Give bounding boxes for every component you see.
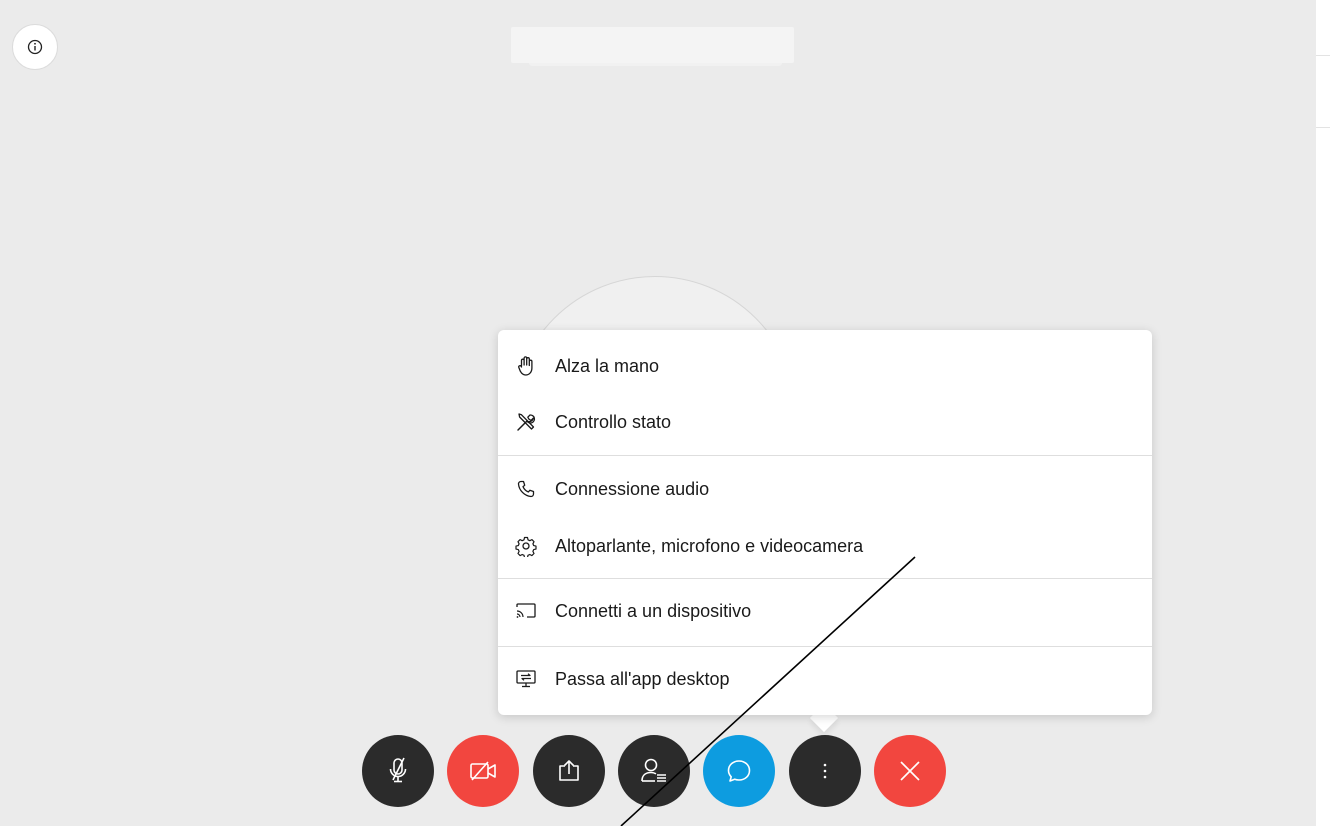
menu-item-label: Altoparlante, microfono e videocamera: [555, 535, 864, 556]
share-icon: [559, 760, 579, 781]
leave-meeting-button[interactable]: [874, 735, 946, 807]
raise-hand-icon: [514, 354, 538, 378]
video-off-icon: [470, 761, 496, 781]
mute-microphone-button[interactable]: [362, 735, 434, 807]
cast-icon: [514, 599, 538, 623]
meeting-title-bar: [511, 27, 794, 66]
menu-divider: [498, 578, 1152, 579]
more-options-menu: Alza la mano Controllo stato Connessione…: [498, 330, 1152, 715]
menu-divider: [498, 646, 1152, 647]
chat-bubble-icon: [727, 760, 751, 782]
chat-button[interactable]: [703, 735, 775, 807]
tools-icon: [514, 410, 538, 434]
panel-divider: [1316, 127, 1330, 128]
desktop-app-icon: [514, 667, 538, 691]
right-edge-panel: [1316, 0, 1330, 826]
menu-item-audio-connection[interactable]: Connessione audio: [498, 467, 1152, 511]
menu-item-connect-device[interactable]: Connetti a un dispositivo: [498, 589, 1152, 633]
menu-item-label: Passa all'app desktop: [555, 668, 730, 689]
panel-divider: [1316, 55, 1330, 56]
phone-icon: [514, 477, 538, 501]
meeting-stage: Alza la mano Controllo stato Connessione…: [0, 0, 1316, 826]
menu-divider: [498, 455, 1152, 456]
gear-icon: [514, 534, 538, 558]
meeting-info-button[interactable]: [12, 24, 58, 70]
microphone-muted-icon: [389, 757, 407, 783]
participants-icon: [641, 758, 666, 782]
more-vertical-icon: [823, 763, 827, 779]
more-options-button[interactable]: [789, 735, 861, 807]
menu-item-switch-desktop-app[interactable]: Passa all'app desktop: [498, 657, 1152, 701]
participants-button[interactable]: [618, 735, 690, 807]
menu-item-label: Connetti a un dispositivo: [555, 600, 752, 621]
stop-video-button[interactable]: [447, 735, 519, 807]
menu-item-health-check[interactable]: Controllo stato: [498, 400, 1152, 444]
share-screen-button[interactable]: [533, 735, 605, 807]
menu-item-speaker-mic-camera[interactable]: Altoparlante, microfono e videocamera: [498, 524, 1152, 568]
menu-item-label: Connessione audio: [555, 478, 710, 499]
menu-item-label: Alza la mano: [555, 355, 660, 376]
menu-item-label: Controllo stato: [555, 411, 672, 432]
close-icon: [900, 761, 920, 781]
info-icon: [27, 39, 43, 55]
menu-item-raise-hand[interactable]: Alza la mano: [498, 344, 1152, 388]
